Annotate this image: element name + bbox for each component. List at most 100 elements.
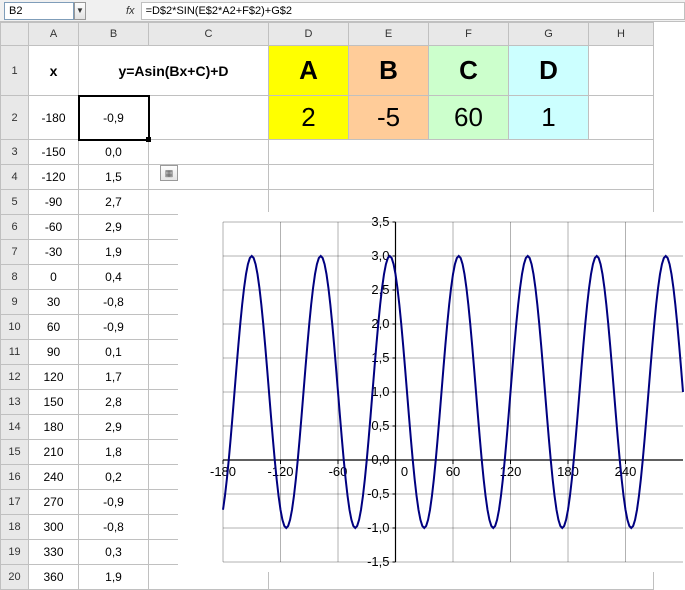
svg-text:60: 60: [446, 464, 460, 479]
row-2: 2 -180 -0,9 2 -5 60 1: [1, 96, 654, 140]
svg-text:180: 180: [557, 464, 579, 479]
cell-a3[interactable]: -150: [29, 140, 79, 165]
cell-b20[interactable]: 1,9: [79, 565, 149, 590]
cell-c2[interactable]: [149, 96, 269, 140]
cell-a19[interactable]: 330: [29, 540, 79, 565]
name-box-dropdown-icon[interactable]: ▼: [74, 2, 86, 20]
svg-text:2,0: 2,0: [371, 316, 389, 331]
cell-a11[interactable]: 90: [29, 340, 79, 365]
cell-d1[interactable]: A: [269, 46, 349, 96]
row-header-8[interactable]: 8: [1, 265, 29, 290]
cell-a16[interactable]: 240: [29, 465, 79, 490]
cell-b9[interactable]: -0,8: [79, 290, 149, 315]
row-header-12[interactable]: 12: [1, 365, 29, 390]
col-header-d[interactable]: D: [269, 23, 349, 46]
cell-c3[interactable]: [149, 140, 269, 165]
cell-b10[interactable]: -0,9: [79, 315, 149, 340]
row-5: 5-902,7: [1, 190, 654, 215]
row-header-13[interactable]: 13: [1, 390, 29, 415]
col-header-b[interactable]: B: [79, 23, 149, 46]
cell-b13[interactable]: 2,8: [79, 390, 149, 415]
cell-b2-selected[interactable]: -0,9: [79, 96, 149, 140]
svg-text:0: 0: [401, 464, 408, 479]
cell-a17[interactable]: 270: [29, 490, 79, 515]
cell-a1[interactable]: x: [29, 46, 79, 96]
svg-text:-120: -120: [267, 464, 293, 479]
cell-b17[interactable]: -0,9: [79, 490, 149, 515]
row-header-11[interactable]: 11: [1, 340, 29, 365]
cell-a6[interactable]: -60: [29, 215, 79, 240]
col-header-c[interactable]: C: [149, 23, 269, 46]
cell-b18[interactable]: -0,8: [79, 515, 149, 540]
row-header-7[interactable]: 7: [1, 240, 29, 265]
cell-b8[interactable]: 0,4: [79, 265, 149, 290]
cell-b12[interactable]: 1,7: [79, 365, 149, 390]
row-header-19[interactable]: 19: [1, 540, 29, 565]
fx-icon[interactable]: fx: [126, 5, 135, 17]
row-header-10[interactable]: 10: [1, 315, 29, 340]
col-header-e[interactable]: E: [349, 23, 429, 46]
row-header-15[interactable]: 15: [1, 440, 29, 465]
cell-c5[interactable]: [149, 190, 269, 215]
col-header-a[interactable]: A: [29, 23, 79, 46]
cell-b11[interactable]: 0,1: [79, 340, 149, 365]
row-header-2[interactable]: 2: [1, 96, 29, 140]
formula-input[interactable]: [141, 2, 685, 20]
cell-b6[interactable]: 2,9: [79, 215, 149, 240]
col-header-g[interactable]: G: [509, 23, 589, 46]
row-header-14[interactable]: 14: [1, 415, 29, 440]
col-header-f[interactable]: F: [429, 23, 509, 46]
cell-a12[interactable]: 120: [29, 365, 79, 390]
svg-text:-180: -180: [210, 464, 236, 479]
cell-a10[interactable]: 60: [29, 315, 79, 340]
cell-b16[interactable]: 0,2: [79, 465, 149, 490]
cell-b4[interactable]: 1,5: [79, 165, 149, 190]
cell-f2[interactable]: 60: [429, 96, 509, 140]
cell-a4[interactable]: -120: [29, 165, 79, 190]
cell-a15[interactable]: 210: [29, 440, 79, 465]
row-header-4[interactable]: 4: [1, 165, 29, 190]
cell-b5[interactable]: 2,7: [79, 190, 149, 215]
cell-h2[interactable]: [589, 96, 654, 140]
chart-svg: -1,5-1,0-0,50,00,51,01,52,02,53,03,5-180…: [178, 212, 685, 572]
cell-a2[interactable]: -180: [29, 96, 79, 140]
cell-a18[interactable]: 300: [29, 515, 79, 540]
cell-e2[interactable]: -5: [349, 96, 429, 140]
cell-b19[interactable]: 0,3: [79, 540, 149, 565]
cell-d2[interactable]: 2: [269, 96, 349, 140]
cell-f1[interactable]: C: [429, 46, 509, 96]
cell-g2[interactable]: 1: [509, 96, 589, 140]
cell-a9[interactable]: 30: [29, 290, 79, 315]
row-header-16[interactable]: 16: [1, 465, 29, 490]
row-header-5[interactable]: 5: [1, 190, 29, 215]
row-header-6[interactable]: 6: [1, 215, 29, 240]
cell-a14[interactable]: 180: [29, 415, 79, 440]
cell-b1c1[interactable]: y=Asin(Bx+C)+D: [79, 46, 269, 96]
cell-a5[interactable]: -90: [29, 190, 79, 215]
cell-b7[interactable]: 1,9: [79, 240, 149, 265]
col-header-h[interactable]: H: [589, 23, 654, 46]
cell-h1[interactable]: [589, 46, 654, 96]
fill-handle[interactable]: [146, 137, 151, 142]
cell-a8[interactable]: 0: [29, 265, 79, 290]
cell-a13[interactable]: 150: [29, 390, 79, 415]
svg-text:3,5: 3,5: [371, 214, 389, 229]
row-header-1[interactable]: 1: [1, 46, 29, 96]
cell-g1[interactable]: D: [509, 46, 589, 96]
cell-b15[interactable]: 1,8: [79, 440, 149, 465]
row-header-9[interactable]: 9: [1, 290, 29, 315]
cell-a20[interactable]: 360: [29, 565, 79, 590]
cell-e1[interactable]: B: [349, 46, 429, 96]
chart[interactable]: -1,5-1,0-0,50,00,51,01,52,02,53,03,5-180…: [178, 212, 685, 572]
select-all-corner[interactable]: [1, 23, 29, 46]
name-box[interactable]: B2: [4, 2, 74, 20]
cell-a7[interactable]: -30: [29, 240, 79, 265]
paste-options-icon[interactable]: ▦: [160, 165, 178, 181]
cell-b3[interactable]: 0,0: [79, 140, 149, 165]
row-header-18[interactable]: 18: [1, 515, 29, 540]
row-header-17[interactable]: 17: [1, 490, 29, 515]
row-header-20[interactable]: 20: [1, 565, 29, 590]
cell-b14[interactable]: 2,9: [79, 415, 149, 440]
formula-bar: B2 ▼ fx: [0, 0, 685, 22]
row-header-3[interactable]: 3: [1, 140, 29, 165]
